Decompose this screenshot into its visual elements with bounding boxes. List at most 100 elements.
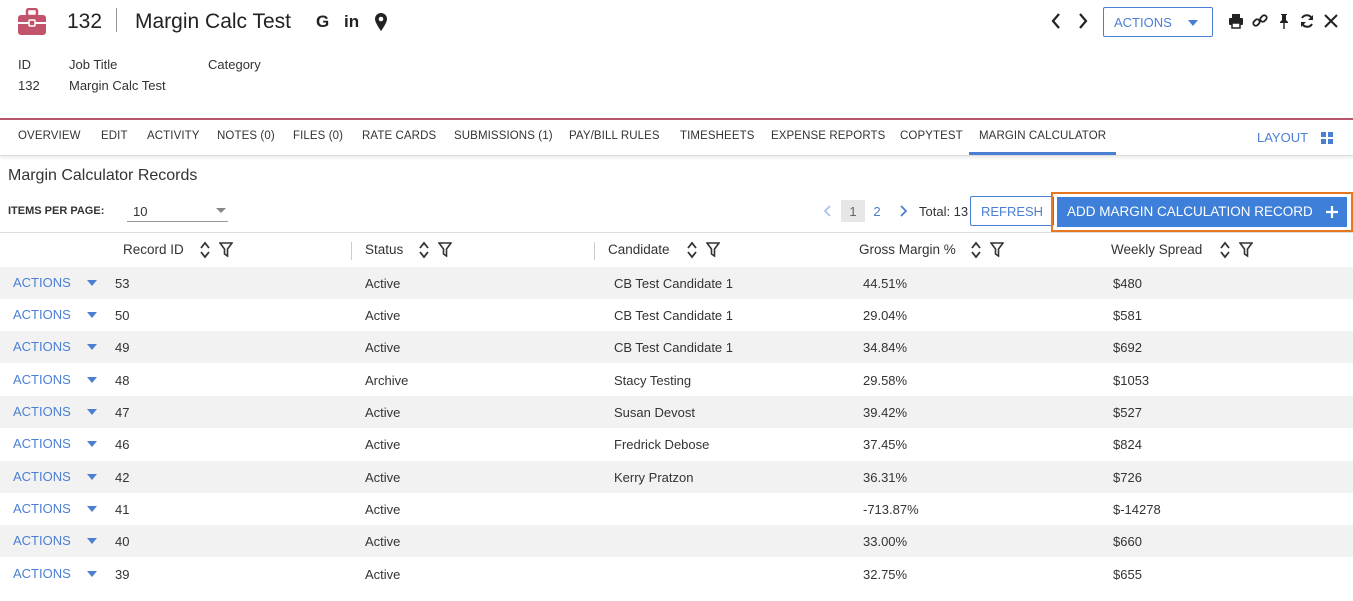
tab-edit[interactable]: EDIT [101, 130, 128, 142]
refresh-button[interactable]: REFRESH [970, 196, 1054, 226]
row-actions-button[interactable]: ACTIONS [13, 436, 71, 451]
row-actions-button[interactable]: ACTIONS [13, 404, 71, 419]
row-actions-button[interactable]: ACTIONS [13, 339, 71, 354]
filter-icon[interactable] [706, 242, 720, 258]
caret-down-icon[interactable] [87, 506, 97, 512]
cell-record-id: 53 [115, 276, 130, 291]
tab-overview[interactable]: OVERVIEW [18, 130, 81, 142]
page-next-icon[interactable] [897, 203, 909, 219]
briefcase-icon [18, 8, 46, 35]
location-pin-icon[interactable] [375, 13, 387, 31]
caret-down-icon[interactable] [87, 474, 97, 480]
cell-status: Active [365, 567, 401, 582]
table-row: ACTIONS 47 Active Susan Devost 39.42% $5… [0, 396, 1353, 428]
cell-candidate: Stacy Testing [614, 373, 692, 388]
meta-job-title-value: Margin Calc Test [69, 78, 166, 93]
link-icon[interactable] [1252, 13, 1268, 29]
filter-icon[interactable] [438, 242, 452, 258]
page-2-button[interactable]: 2 [865, 200, 889, 222]
table-row: ACTIONS 49 Active CB Test Candidate 1 34… [0, 331, 1353, 363]
close-icon[interactable] [1323, 13, 1339, 29]
row-actions-button[interactable]: ACTIONS [13, 307, 71, 322]
sort-icon[interactable] [686, 241, 698, 259]
cell-status: Active [365, 340, 401, 355]
sync-icon[interactable] [1299, 13, 1315, 29]
row-actions-button[interactable]: ACTIONS [13, 501, 71, 516]
cell-status: Active [365, 405, 401, 420]
section-title: Margin Calculator Records [8, 167, 198, 184]
cell-candidate: CB Test Candidate 1 [614, 308, 733, 323]
sort-icon[interactable] [1219, 241, 1231, 259]
tab-activity[interactable]: ACTIVITY [147, 130, 200, 142]
items-per-page-select[interactable]: 10 [127, 200, 228, 222]
cell-gross-margin: 29.04% [863, 308, 908, 323]
column-header-status[interactable]: Status [365, 242, 403, 257]
google-icon[interactable]: G [316, 12, 329, 32]
filter-icon[interactable] [219, 242, 233, 258]
tab-pay-bill-rules[interactable]: PAY/BILL RULES [569, 130, 660, 142]
chevron-right-icon[interactable] [1076, 11, 1090, 31]
cell-weekly-spread: $1053 [1113, 373, 1150, 388]
caret-down-icon[interactable] [87, 377, 97, 383]
record-id: 132 [67, 10, 103, 33]
page-prev-icon[interactable] [822, 203, 834, 219]
caret-down-icon[interactable] [87, 538, 97, 544]
cell-record-id: 39 [115, 567, 130, 582]
cell-weekly-spread: $692 [1113, 340, 1142, 355]
header-actions-dropdown[interactable]: ACTIONS [1103, 7, 1213, 37]
meta-job-title-label: Job Title [69, 57, 118, 72]
linkedin-icon[interactable]: in [344, 12, 359, 32]
page-1-button[interactable]: 1 [841, 200, 865, 222]
filter-icon[interactable] [1239, 242, 1253, 258]
column-header-weekly-spread[interactable]: Weekly Spread [1111, 242, 1202, 257]
row-actions-button[interactable]: ACTIONS [13, 533, 71, 548]
row-actions-button[interactable]: ACTIONS [13, 372, 71, 387]
caret-down-icon[interactable] [87, 571, 97, 577]
tab-rate-cards[interactable]: RATE CARDS [362, 130, 436, 142]
caret-down-icon[interactable] [87, 344, 97, 350]
cell-candidate: CB Test Candidate 1 [614, 340, 733, 355]
cell-record-id: 48 [115, 373, 130, 388]
cell-weekly-spread: $527 [1113, 405, 1142, 420]
cell-status: Archive [365, 373, 409, 388]
cell-gross-margin: 29.58% [863, 373, 908, 388]
sort-icon[interactable] [970, 241, 982, 259]
table-row: ACTIONS 46 Active Fredrick Debose 37.45%… [0, 428, 1353, 460]
filter-icon[interactable] [990, 242, 1004, 258]
tab-expense-reports[interactable]: EXPENSE REPORTS [771, 130, 885, 142]
tab-notes[interactable]: NOTES (0) [217, 130, 275, 142]
sort-icon[interactable] [199, 241, 211, 259]
thumbtack-icon[interactable] [1276, 13, 1292, 29]
caret-down-icon[interactable] [87, 312, 97, 318]
cell-status: Active [365, 437, 401, 452]
column-header-gross-margin[interactable]: Gross Margin % [859, 242, 956, 257]
column-header-record-id[interactable]: Record ID [123, 242, 184, 257]
caret-down-icon [1188, 20, 1198, 26]
tab-files[interactable]: FILES (0) [293, 130, 343, 142]
sort-icon[interactable] [418, 241, 430, 259]
table-row: ACTIONS 42 Active Kerry Pratzon 36.31% $… [0, 461, 1353, 493]
table-row: ACTIONS 40 Active 33.00% $660 [0, 525, 1353, 557]
tab-submissions[interactable]: SUBMISSIONS (1) [454, 130, 553, 142]
tab-margin-calculator[interactable]: MARGIN CALCULATOR [979, 130, 1106, 142]
tab-copytest[interactable]: COPYTEST [900, 130, 963, 142]
layout-button[interactable]: LAYOUT [1257, 130, 1308, 145]
grid-icon[interactable] [1321, 132, 1333, 144]
table-row: ACTIONS 53 Active CB Test Candidate 1 44… [0, 267, 1353, 299]
cell-status: Active [365, 308, 401, 323]
caret-down-icon [216, 208, 226, 213]
print-icon[interactable] [1228, 13, 1244, 29]
caret-down-icon[interactable] [87, 441, 97, 447]
cell-gross-margin: 39.42% [863, 405, 908, 420]
caret-down-icon[interactable] [87, 280, 97, 286]
meta-id-value: 132 [18, 78, 40, 93]
row-actions-button[interactable]: ACTIONS [13, 275, 71, 290]
cell-record-id: 50 [115, 308, 130, 323]
caret-down-icon[interactable] [87, 409, 97, 415]
column-header-candidate[interactable]: Candidate [608, 242, 670, 257]
row-actions-button[interactable]: ACTIONS [13, 566, 71, 581]
tab-timesheets[interactable]: TIMESHEETS [680, 130, 754, 142]
chevron-left-icon[interactable] [1049, 11, 1063, 31]
add-margin-record-button[interactable]: ADD MARGIN CALCULATION RECORD [1057, 197, 1347, 227]
row-actions-button[interactable]: ACTIONS [13, 469, 71, 484]
